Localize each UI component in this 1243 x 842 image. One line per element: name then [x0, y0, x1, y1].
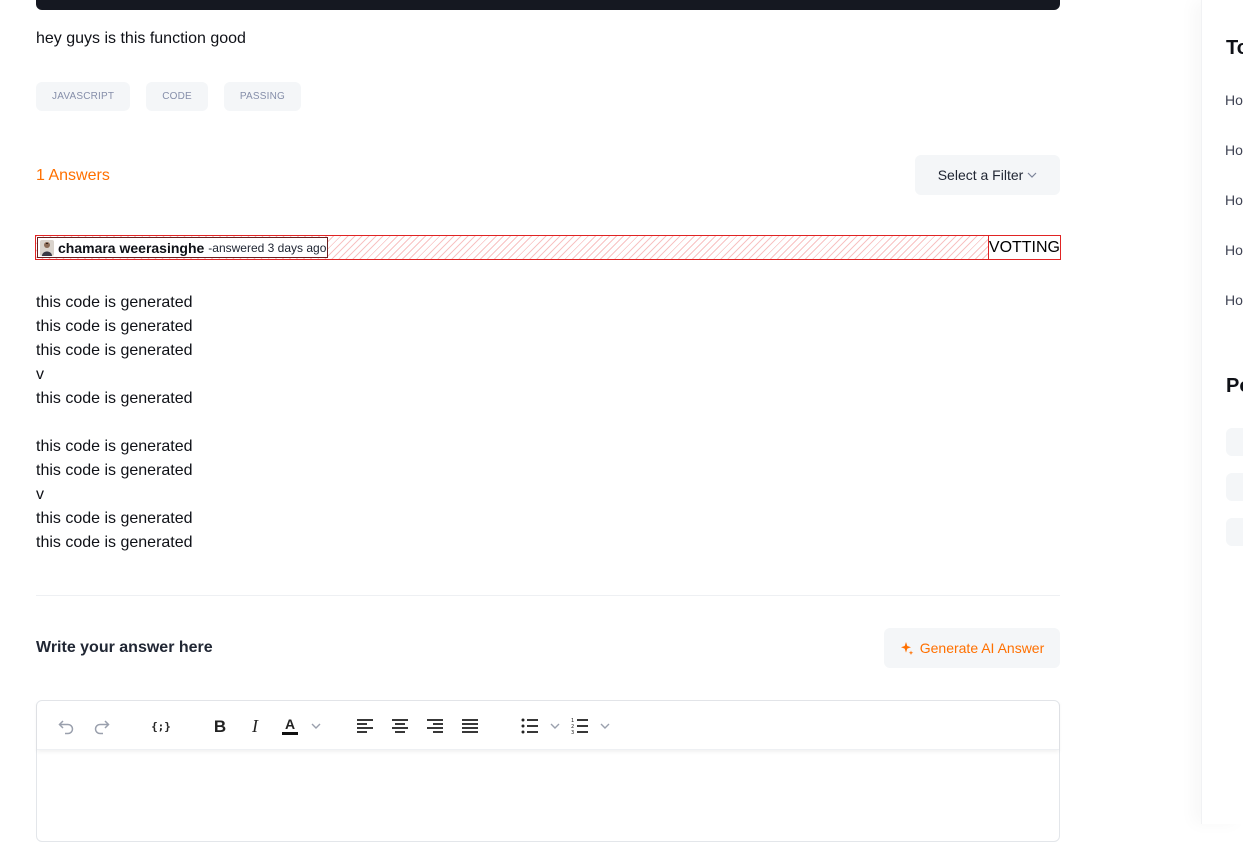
answer-line: this code is generated: [36, 342, 193, 359]
answer-line: this code is generated: [36, 510, 193, 527]
generate-ai-answer-label: Generate AI Answer: [919, 640, 1045, 656]
svg-text:3: 3: [571, 730, 574, 735]
align-left-icon[interactable]: [354, 715, 376, 737]
bold-icon[interactable]: B: [209, 715, 231, 737]
chevron-down-icon[interactable]: [594, 715, 616, 737]
code-block-bottom: [36, 0, 1060, 10]
answer-header: chamara weerasinghe -answered 3 days ago…: [35, 235, 1061, 260]
answer-line: [36, 411, 193, 435]
italic-icon[interactable]: I: [244, 715, 266, 737]
sidebar-tag[interactable]: [1226, 473, 1243, 501]
svg-text:B: B: [214, 717, 226, 735]
answer-line: this code is generated: [36, 390, 193, 407]
answer-line: this code is generated: [36, 438, 193, 455]
author-name: chamara weerasinghe: [58, 239, 205, 256]
sidebar-question-link[interactable]: Ho: [1225, 92, 1243, 108]
generate-ai-answer-button[interactable]: Generate AI Answer: [884, 628, 1060, 668]
filter-label: Select a Filter: [937, 167, 1024, 183]
svg-text:A: A: [285, 716, 295, 732]
right-sidebar: To Ho Ho Ho Ho Ho Po: [1201, 0, 1243, 824]
sidebar-tag[interactable]: [1226, 428, 1243, 456]
chevron-down-icon: [1027, 172, 1037, 178]
answer-line: v: [36, 486, 44, 503]
align-center-icon[interactable]: [389, 715, 411, 737]
tag-javascript[interactable]: JAVASCRIPT: [36, 82, 131, 111]
divider: [36, 595, 1060, 596]
top-questions-title: To: [1226, 37, 1243, 59]
tag-passing[interactable]: PASSING: [223, 82, 302, 111]
chevron-down-icon[interactable]: [305, 715, 327, 737]
svg-text:{;}: {;}: [152, 720, 170, 733]
answer-editor[interactable]: {;} B I A 1 2 3: [36, 700, 1060, 842]
filter-select[interactable]: Select a Filter: [915, 155, 1060, 195]
sparkle-icon: [900, 642, 914, 655]
sidebar-question-link[interactable]: Ho: [1225, 192, 1243, 208]
answer-line: v: [36, 366, 44, 383]
editor-toolbar: {;} B I A 1 2 3: [37, 701, 1059, 750]
answer-line: this code is generated: [36, 318, 193, 335]
sidebar-question-link[interactable]: Ho: [1225, 292, 1243, 308]
sidebar-question-link[interactable]: Ho: [1225, 242, 1243, 258]
answers-count: 1 Answers: [36, 167, 110, 184]
answer-line: this code is generated: [36, 534, 193, 551]
answer-line: this code is generated: [36, 294, 193, 311]
answer-line: this code is generated: [36, 462, 193, 479]
align-justify-icon[interactable]: [459, 715, 481, 737]
avatar: [40, 239, 54, 256]
align-right-icon[interactable]: [424, 715, 446, 737]
voting-placeholder: VOTTING: [987, 236, 1060, 259]
answer-body: this code is generated this code is gene…: [36, 291, 193, 555]
answered-time: -answered 3 days ago: [208, 240, 327, 255]
tag-code[interactable]: CODE: [146, 82, 208, 111]
answer-author[interactable]: chamara weerasinghe -answered 3 days ago: [37, 237, 329, 258]
redo-icon[interactable]: [91, 715, 113, 737]
text-color-icon[interactable]: A: [279, 715, 301, 737]
svg-text:I: I: [251, 717, 259, 735]
write-answer-label: Write your answer here: [36, 639, 213, 656]
question-text: hey guys is this function good: [36, 30, 246, 47]
code-block-icon[interactable]: {;}: [150, 715, 172, 737]
sidebar-question-link[interactable]: Ho: [1225, 142, 1243, 158]
numbered-list-icon[interactable]: 123: [569, 715, 591, 737]
bullet-list-icon[interactable]: [519, 715, 541, 737]
tag-list: JAVASCRIPT CODE PASSING: [36, 82, 302, 111]
popular-tags-title: Po: [1226, 375, 1243, 397]
sidebar-tag[interactable]: [1226, 518, 1243, 546]
chevron-down-icon[interactable]: [544, 715, 566, 737]
undo-icon[interactable]: [55, 715, 77, 737]
